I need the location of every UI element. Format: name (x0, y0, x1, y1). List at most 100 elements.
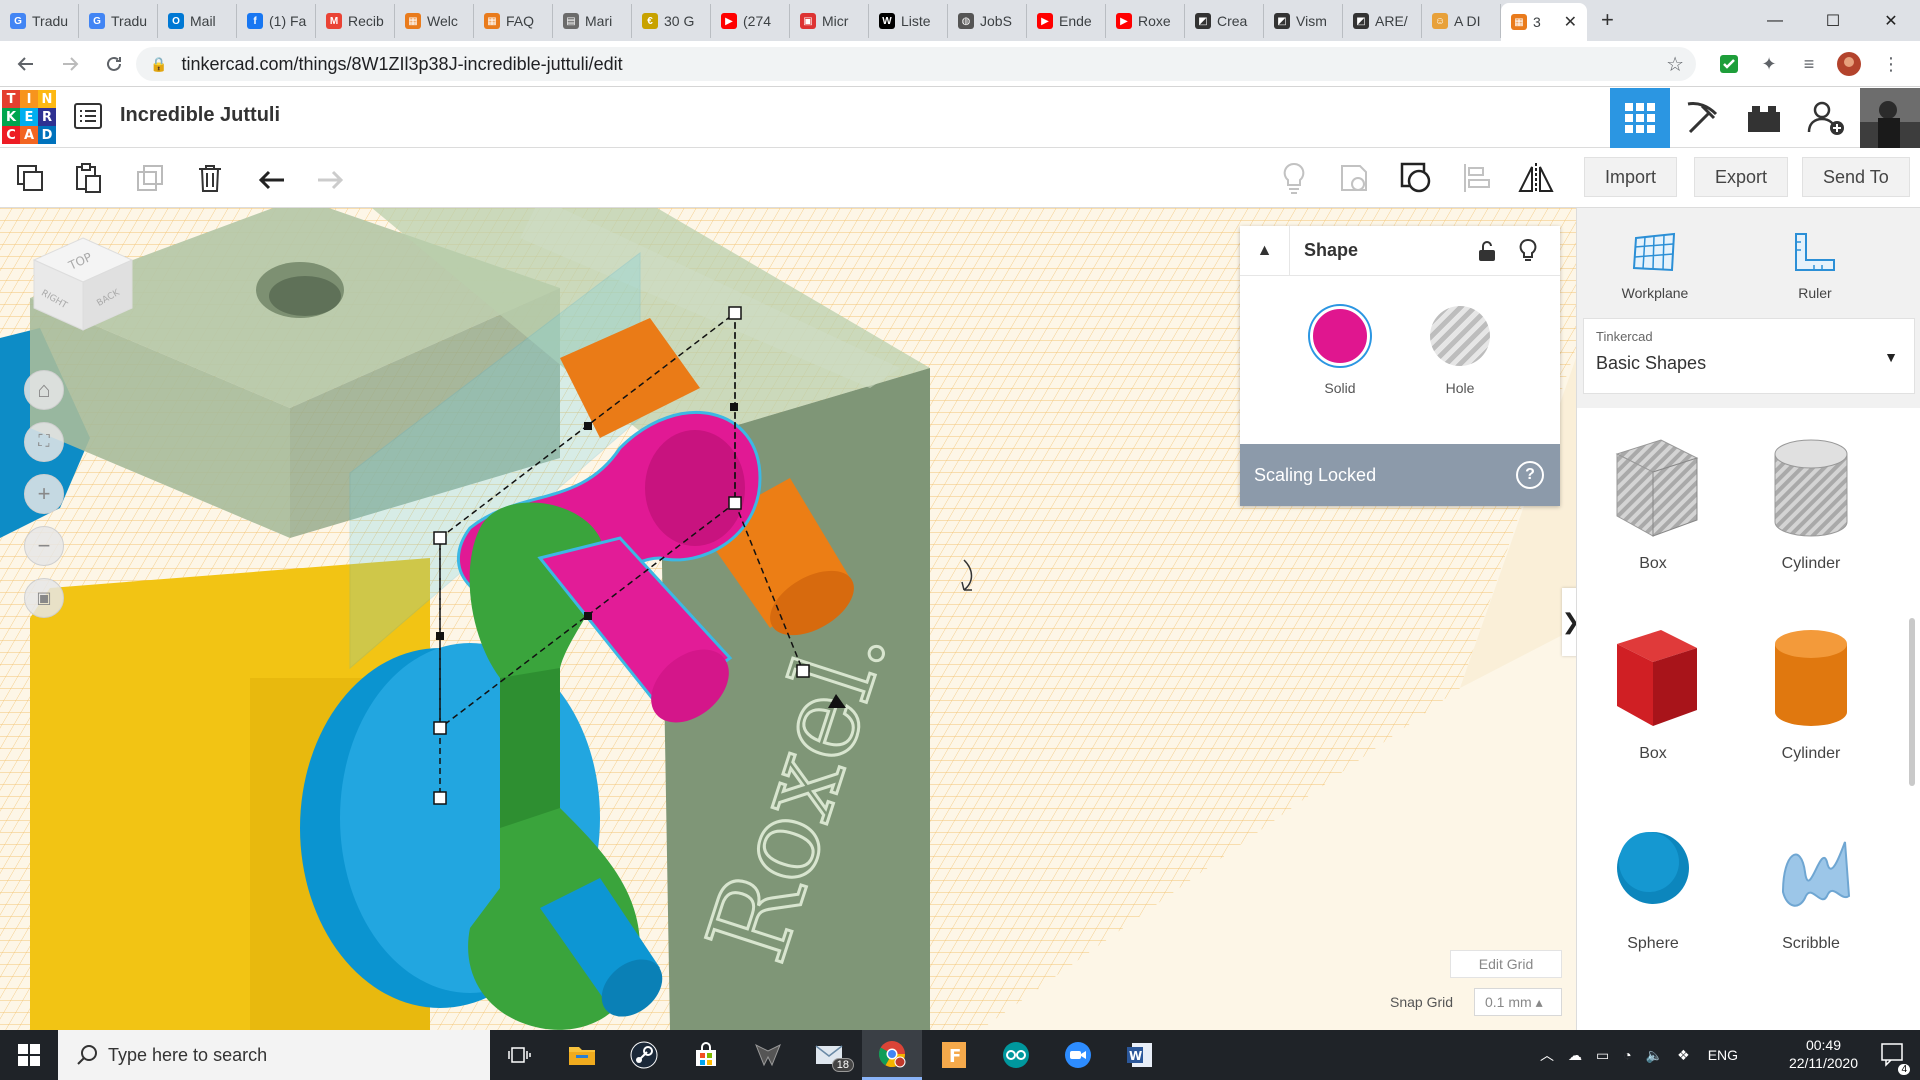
library-scrollbar[interactable] (1909, 618, 1915, 786)
import-button[interactable]: Import (1584, 157, 1678, 197)
shape-library-select[interactable]: Tinkercad Basic Shapes ▼ (1583, 318, 1915, 394)
browser-tab[interactable]: ▦ Welc (395, 4, 474, 38)
dropbox-icon[interactable]: ❖ (1677, 1047, 1690, 1064)
predator-app[interactable] (738, 1030, 798, 1080)
user-avatar[interactable] (1860, 88, 1920, 148)
wifi-icon[interactable]: ◔ (1623, 1047, 1631, 1063)
minimize-button[interactable]: — (1746, 0, 1804, 41)
tinkercad-logo[interactable]: TINKERCAD (2, 90, 56, 144)
start-button[interactable] (0, 1030, 58, 1080)
word-app[interactable]: W (1110, 1030, 1170, 1080)
shape-cylinder[interactable]: Cylinder (1741, 622, 1881, 763)
checkmark-extension-icon[interactable] (1716, 51, 1742, 77)
arduino-app[interactable] (986, 1030, 1046, 1080)
browser-tab[interactable]: G Tradu (0, 4, 79, 38)
fit-view-button[interactable]: ⛶ (24, 422, 64, 462)
help-icon[interactable]: ? (1516, 461, 1544, 489)
fusion-app[interactable]: F (924, 1030, 984, 1080)
steam-app[interactable] (614, 1030, 674, 1080)
system-clock[interactable]: 00:49 22/11/2020 (1789, 1036, 1858, 1072)
copy-button[interactable] (10, 158, 50, 198)
send-to-button[interactable]: Send To (1802, 157, 1910, 197)
snap-grid-select[interactable]: 0.1 mm ▴ (1474, 988, 1562, 1016)
browser-tab[interactable]: ▣ Micr (790, 4, 869, 38)
home-view-button[interactable]: ⌂ (24, 370, 64, 410)
collapse-inspector-button[interactable]: ▲ (1240, 225, 1290, 276)
duplicate-button[interactable] (130, 158, 170, 198)
chrome-app[interactable] (862, 1030, 922, 1080)
undo-button[interactable] (252, 158, 292, 198)
browser-tab[interactable]: ◩ ARE/ (1343, 4, 1422, 38)
view-cube[interactable]: TOP RIGHT BACK (28, 234, 138, 334)
paste-button[interactable] (68, 158, 108, 198)
bookmark-star-icon[interactable]: ☆ (1666, 52, 1684, 77)
mirror-button[interactable] (1516, 158, 1556, 198)
mail-app[interactable]: 18 (800, 1030, 860, 1080)
workplane-tool[interactable]: Workplane (1595, 230, 1715, 301)
design-list-icon[interactable] (74, 102, 102, 130)
volume-icon[interactable]: 🔈 (1646, 1047, 1663, 1064)
reading-list-icon[interactable]: ≡ (1796, 51, 1822, 77)
browser-tab[interactable]: ▤ Mari (553, 4, 632, 38)
zoom-out-button[interactable]: − (24, 526, 64, 566)
browser-tab[interactable]: M Recib (316, 4, 395, 38)
edit-grid-button[interactable]: Edit Grid (1450, 950, 1562, 978)
url-field[interactable]: 🔒 tinkercad.com/things/8W1ZIl3p38J-incre… (136, 47, 1696, 81)
scaling-locked-bar[interactable]: Scaling Locked ? (1240, 444, 1560, 506)
battery-icon[interactable]: ▭ (1596, 1047, 1609, 1064)
browser-menu-icon[interactable]: ⋮ (1878, 51, 1904, 77)
browser-tab[interactable]: ☺ A DI (1422, 4, 1501, 38)
store-app[interactable] (676, 1030, 736, 1080)
solid-swatch[interactable]: Solid (1310, 306, 1370, 396)
profile-avatar-icon[interactable] (1836, 51, 1862, 77)
ortho-view-button[interactable]: ▣ (24, 578, 64, 618)
browser-tab[interactable]: ◩ Vism (1264, 4, 1343, 38)
browser-tab[interactable]: G Tradu (79, 4, 158, 38)
hole-striped-circle[interactable] (1430, 306, 1490, 366)
hide-shape-button[interactable] (1518, 238, 1538, 269)
add-user-button[interactable] (1796, 88, 1856, 148)
redo-button[interactable] (310, 158, 350, 198)
close-tab-icon[interactable]: ✕ (1564, 12, 1577, 32)
export-button[interactable]: Export (1694, 157, 1789, 197)
zoom-in-button[interactable]: + (24, 474, 64, 514)
browser-tab[interactable]: W Liste (869, 4, 948, 38)
puzzle-extension-icon[interactable]: ✦ (1756, 51, 1782, 77)
browser-tab[interactable]: ◩ Crea (1185, 4, 1264, 38)
browser-tab[interactable]: ▦ FAQ (474, 4, 553, 38)
solid-color-circle[interactable] (1310, 306, 1370, 366)
browser-tab-active[interactable]: ▦ 3 ✕ (1501, 3, 1587, 41)
browser-tab[interactable]: O Mail (158, 4, 237, 38)
design-title[interactable]: Incredible Juttuli (120, 104, 280, 127)
delete-button[interactable] (190, 158, 230, 198)
browser-tab[interactable]: ◍ JobS (948, 4, 1027, 38)
browser-tab[interactable]: ▶ Roxe (1106, 4, 1185, 38)
note-shape-button[interactable] (1334, 158, 1374, 198)
bricks-mode-button[interactable] (1734, 88, 1794, 148)
cloud-icon[interactable]: ☁ (1568, 1047, 1582, 1064)
group-button[interactable] (1396, 158, 1436, 198)
taskbar-search-box[interactable]: Type here to search (58, 1030, 490, 1080)
align-button[interactable] (1456, 158, 1496, 198)
reload-button[interactable] (96, 46, 132, 82)
notes-button[interactable] (1274, 158, 1314, 198)
browser-tab[interactable]: f (1) Fa (237, 4, 316, 38)
close-window-button[interactable]: ✕ (1862, 0, 1920, 41)
browser-tab[interactable]: €30 G (632, 4, 711, 38)
file-explorer-app[interactable] (552, 1030, 612, 1080)
forward-button[interactable] (52, 46, 88, 82)
zoom-app[interactable] (1048, 1030, 1108, 1080)
shape-sphere[interactable]: Sphere (1583, 812, 1723, 953)
shape-box[interactable]: Box (1583, 622, 1723, 763)
ruler-tool[interactable]: Ruler (1755, 230, 1875, 301)
shape-cylinder-hole[interactable]: Cylinder (1741, 432, 1881, 573)
task-view-button[interactable] (490, 1030, 550, 1080)
browser-tab[interactable]: ▶ (274 (711, 4, 790, 38)
browser-tab[interactable]: ▶ Ende (1027, 4, 1106, 38)
shape-box-hole[interactable]: Box (1583, 432, 1723, 573)
shape-scribble[interactable]: Scribble (1741, 812, 1881, 953)
lock-shape-button[interactable] (1478, 240, 1496, 267)
new-tab-button[interactable]: + (1601, 7, 1614, 33)
notifications-button[interactable]: 4 (1880, 1042, 1910, 1075)
hole-swatch[interactable]: Hole (1430, 306, 1490, 396)
